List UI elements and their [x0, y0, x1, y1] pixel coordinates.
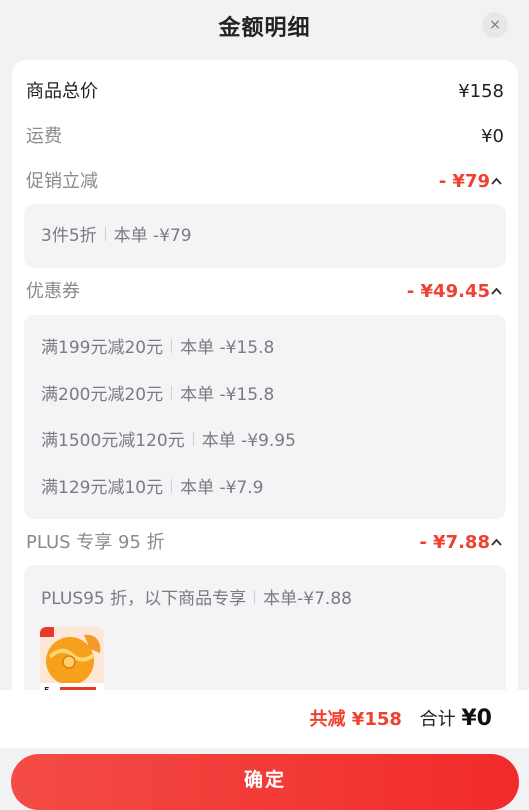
- product-thumbnail[interactable]: 5: [40, 627, 104, 697]
- coupon-rule: 满129元减10元: [41, 478, 164, 498]
- goods-total-value: ¥158: [458, 81, 504, 102]
- coupon-value: - ¥49.45: [406, 281, 490, 302]
- promotion-value: - ¥79: [438, 171, 490, 192]
- promotion-item: 3件5折 本单 -¥79: [41, 222, 192, 250]
- bottom-summary-bar: 共减 ¥158 合计 ¥0: [0, 690, 529, 748]
- confirm-button[interactable]: 确定: [11, 754, 519, 810]
- header: 金额明细 ×: [0, 0, 529, 55]
- shipping-label: 运费: [26, 126, 62, 147]
- divider: [192, 432, 194, 446]
- goods-total-label: 商品总价: [26, 81, 98, 102]
- coupon-rule: 满199元减20元: [41, 338, 164, 358]
- toy-ball-image: 5: [40, 627, 104, 697]
- sum-label: 合计: [419, 709, 456, 730]
- coupon-detail: 本单 -¥9.95: [201, 431, 296, 451]
- promotion-row[interactable]: 促销立减 - ¥79: [26, 167, 504, 197]
- saved-amount: 共减 ¥158: [309, 709, 402, 730]
- divider: [254, 590, 256, 604]
- shipping-value: ¥0: [481, 126, 504, 147]
- plus-detail: 本单-¥7.88: [263, 589, 352, 609]
- plus-row[interactable]: PLUS 专享 95 折 - ¥7.88: [26, 528, 504, 558]
- coupon-item: 满1500元减120元 本单 -¥9.95: [41, 427, 296, 455]
- chevron-up-icon[interactable]: [490, 528, 504, 558]
- coupon-row[interactable]: 优惠券 - ¥49.45: [26, 277, 504, 307]
- total-summary: 共减 ¥158 合计 ¥0: [310, 705, 492, 734]
- plus-label: PLUS 专享 95 折: [26, 532, 165, 553]
- goods-total-row: 商品总价 ¥158: [26, 77, 504, 107]
- divider: [104, 227, 106, 241]
- coupon-detail-box: 满199元减20元 本单 -¥15.8 满200元减20元 本单 -¥15.8 满1…: [24, 315, 506, 519]
- divider: [171, 386, 173, 400]
- coupon-item: 满129元减10元 本单 -¥7.9: [41, 474, 263, 502]
- coupon-rule: 满200元减20元: [41, 385, 164, 405]
- plus-rule: PLUS95 折，以下商品专享: [41, 589, 247, 609]
- divider: [171, 339, 173, 353]
- sum-value: ¥0: [461, 706, 492, 731]
- chevron-up-icon[interactable]: [490, 167, 504, 197]
- divider: [171, 479, 173, 493]
- promotion-label: 促销立减: [26, 171, 98, 192]
- plus-detail-box: PLUS95 折，以下商品专享本单-¥7.88 5: [24, 565, 506, 700]
- chevron-up-icon[interactable]: [490, 277, 504, 307]
- promotion-detail: 本单 -¥79: [113, 226, 192, 246]
- coupon-detail: 本单 -¥15.8: [180, 385, 275, 405]
- plus-value: - ¥7.88: [419, 532, 490, 553]
- promotion-detail-box: 3件5折 本单 -¥79: [24, 204, 506, 268]
- coupon-label: 优惠券: [26, 281, 80, 302]
- close-icon[interactable]: ×: [482, 12, 508, 38]
- coupon-detail: 本单 -¥7.9: [180, 478, 264, 498]
- amount-detail-panel: 商品总价 ¥158 运费 ¥0 促销立减 - ¥79 3件5折 本单 -¥79 优…: [12, 60, 518, 700]
- coupon-item: 满200元减20元 本单 -¥15.8: [41, 381, 274, 409]
- coupon-rule: 满1500元减120元: [41, 431, 185, 451]
- page-title: 金额明细: [218, 16, 311, 41]
- coupon-item: 满199元减20元 本单 -¥15.8: [41, 334, 274, 362]
- plus-item: PLUS95 折，以下商品专享 本单-¥7.88: [41, 585, 352, 613]
- coupon-detail: 本单 -¥15.8: [180, 338, 275, 358]
- promotion-rule: 3件5折: [41, 226, 97, 246]
- shipping-row: 运费 ¥0: [26, 122, 504, 152]
